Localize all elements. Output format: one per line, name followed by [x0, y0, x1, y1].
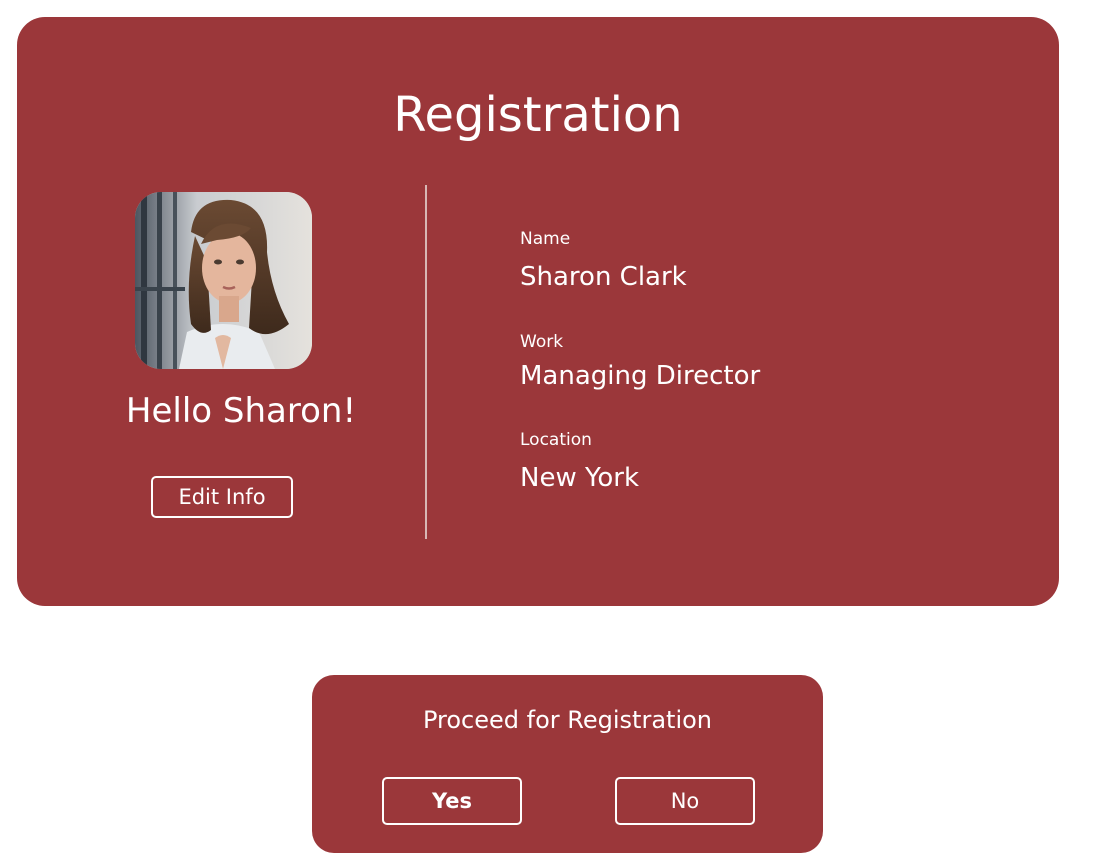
profile-photo — [135, 192, 312, 369]
page-title: Registration — [393, 87, 683, 143]
work-value: Managing Director — [520, 361, 761, 391]
dialog-title: Proceed for Registration — [422, 706, 713, 734]
avatar — [135, 192, 312, 369]
yes-button[interactable]: Yes — [382, 777, 522, 825]
edit-info-button[interactable]: Edit Info — [151, 476, 293, 518]
work-label: Work — [520, 332, 564, 352]
vertical-divider — [425, 185, 427, 539]
no-button[interactable]: No — [615, 777, 755, 825]
registration-card: Registration Hello Sharon! Edit Info Nam… — [17, 17, 1059, 606]
location-label: Location — [520, 430, 592, 450]
location-value: New York — [520, 463, 640, 493]
confirmation-dialog: Proceed for Registration Yes No — [312, 675, 823, 853]
name-label: Name — [520, 229, 571, 249]
name-value: Sharon Clark — [520, 262, 687, 292]
greeting: Hello Sharon! — [125, 391, 357, 431]
